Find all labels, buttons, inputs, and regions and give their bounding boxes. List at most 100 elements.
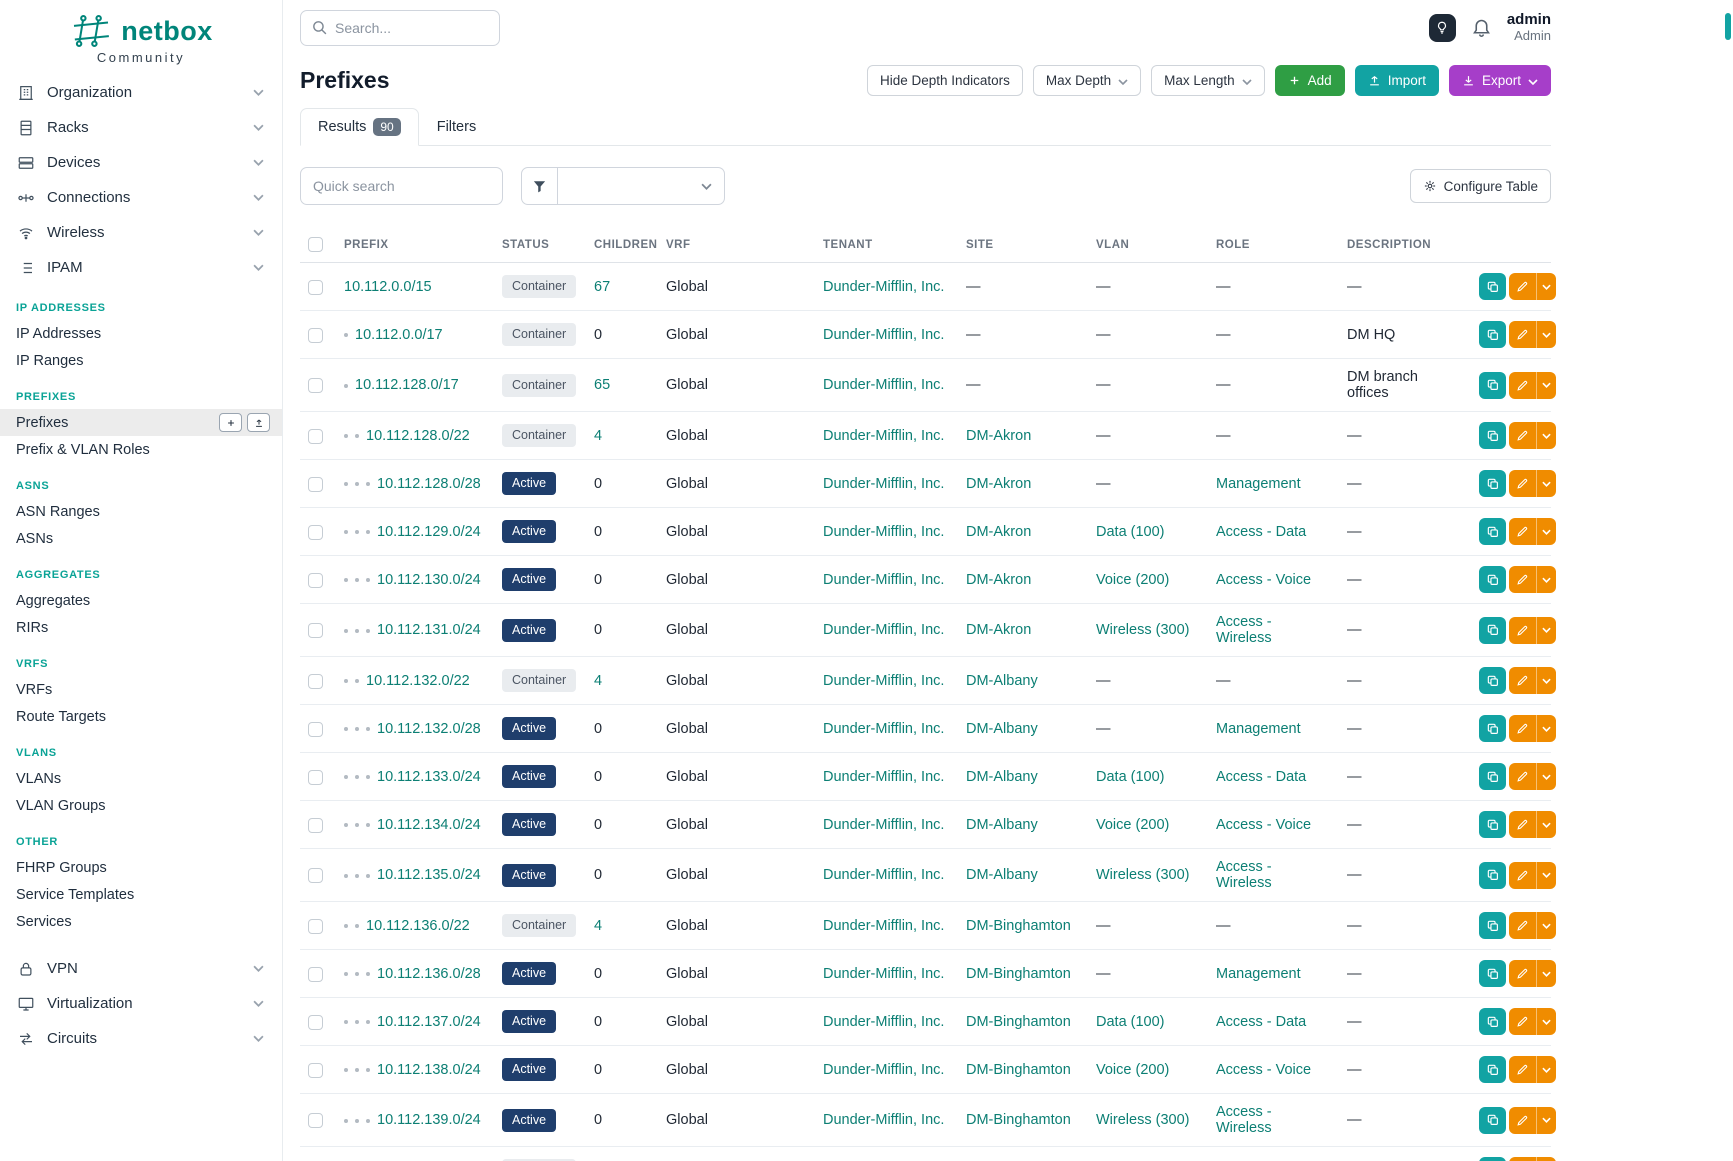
prefix-link[interactable]: 10.112.128.0/28	[377, 476, 481, 492]
prefix-link[interactable]: 10.112.134.0/24	[377, 817, 481, 833]
edit-button[interactable]	[1509, 566, 1536, 593]
sidebar-item-devices[interactable]: Devices	[0, 145, 282, 180]
prefix-link[interactable]: 10.112.133.0/24	[377, 769, 481, 785]
edit-dropdown-button[interactable]	[1536, 372, 1556, 399]
max-depth-dropdown[interactable]: Max Depth	[1033, 65, 1141, 96]
edit-button[interactable]	[1509, 1008, 1536, 1035]
prefix-link[interactable]: 10.112.128.0/17	[355, 377, 459, 393]
role-link[interactable]: Access - Data	[1216, 524, 1306, 540]
prefix-link[interactable]: 10.112.130.0/24	[377, 572, 481, 588]
saved-filter-select[interactable]	[558, 167, 725, 205]
edit-dropdown-button[interactable]	[1536, 321, 1556, 348]
role-link[interactable]: Access - Wireless	[1216, 1104, 1272, 1136]
sidebar-item-rirs[interactable]: RIRs	[0, 614, 282, 641]
copy-button[interactable]	[1479, 372, 1506, 399]
edit-dropdown-button[interactable]	[1536, 667, 1556, 694]
tenant-link[interactable]: Dunder-Mifflin, Inc.	[823, 918, 944, 934]
site-link[interactable]: DM-Binghamton	[966, 918, 1071, 934]
sidebar-item-prefixes[interactable]: Prefixes	[0, 409, 282, 436]
sidebar-item-aggregates[interactable]: Aggregates	[0, 587, 282, 614]
prefix-link[interactable]: 10.112.132.0/28	[377, 721, 481, 737]
site-link[interactable]: DM-Akron	[966, 476, 1031, 492]
sidebar-item-connections[interactable]: Connections	[0, 180, 282, 215]
copy-button[interactable]	[1479, 960, 1506, 987]
column-header-description[interactable]: DESCRIPTION	[1339, 227, 1471, 263]
site-link[interactable]: DM-Akron	[966, 428, 1031, 444]
copy-button[interactable]	[1479, 763, 1506, 790]
edit-button[interactable]	[1509, 321, 1536, 348]
role-link[interactable]: Management	[1216, 476, 1301, 492]
tab-filters[interactable]: Filters	[419, 109, 494, 145]
edit-dropdown-button[interactable]	[1536, 1107, 1556, 1134]
edit-dropdown-button[interactable]	[1536, 1056, 1556, 1083]
sidebar-item-vpn[interactable]: VPN	[0, 951, 282, 986]
role-link[interactable]: Access - Data	[1216, 769, 1306, 785]
column-header-prefix[interactable]: PREFIX	[336, 227, 494, 263]
site-link[interactable]: DM-Albany	[966, 769, 1038, 785]
user-menu[interactable]: admin Admin	[1507, 11, 1551, 43]
edit-button[interactable]	[1509, 667, 1536, 694]
global-search-input[interactable]	[300, 10, 500, 46]
hide-depth-indicators-button[interactable]: Hide Depth Indicators	[867, 65, 1023, 96]
prefix-link[interactable]: 10.112.139.0/24	[377, 1112, 481, 1128]
edit-button[interactable]	[1509, 372, 1536, 399]
edit-button[interactable]	[1509, 518, 1536, 545]
tenant-link[interactable]: Dunder-Mifflin, Inc.	[823, 524, 944, 540]
edit-button[interactable]	[1509, 1157, 1536, 1161]
sidebar-item-vlans[interactable]: VLANs	[0, 765, 282, 792]
tenant-link[interactable]: Dunder-Mifflin, Inc.	[823, 721, 944, 737]
role-link[interactable]: Access - Wireless	[1216, 859, 1272, 891]
sidebar-item-asns[interactable]: ASNs	[0, 525, 282, 552]
edit-button[interactable]	[1509, 715, 1536, 742]
tenant-link[interactable]: Dunder-Mifflin, Inc.	[823, 327, 944, 343]
children-link[interactable]: 4	[594, 918, 602, 934]
edit-button[interactable]	[1509, 763, 1536, 790]
prefix-link[interactable]: 10.112.136.0/28	[377, 966, 481, 982]
sidebar-item-racks[interactable]: Racks	[0, 110, 282, 145]
column-header-vrf[interactable]: VRF	[658, 227, 815, 263]
brand[interactable]: netbox Community	[0, 10, 282, 75]
row-checkbox[interactable]	[308, 280, 323, 295]
site-link[interactable]: DM-Binghamton	[966, 1112, 1071, 1128]
row-checkbox[interactable]	[308, 1113, 323, 1128]
row-checkbox[interactable]	[308, 967, 323, 982]
prefix-link[interactable]: 10.112.137.0/24	[377, 1014, 481, 1030]
vlan-link[interactable]: Voice (200)	[1096, 817, 1169, 833]
sidebar-item-wireless[interactable]: Wireless	[0, 215, 282, 250]
edit-dropdown-button[interactable]	[1536, 862, 1556, 889]
edit-button[interactable]	[1509, 273, 1536, 300]
row-checkbox[interactable]	[308, 378, 323, 393]
edit-dropdown-button[interactable]	[1536, 273, 1556, 300]
tenant-link[interactable]: Dunder-Mifflin, Inc.	[823, 673, 944, 689]
site-link[interactable]: DM-Akron	[966, 572, 1031, 588]
tenant-link[interactable]: Dunder-Mifflin, Inc.	[823, 1062, 944, 1078]
sidebar-item-organization[interactable]: Organization	[0, 75, 282, 110]
copy-button[interactable]	[1479, 1107, 1506, 1134]
edit-dropdown-button[interactable]	[1536, 763, 1556, 790]
edit-dropdown-button[interactable]	[1536, 617, 1556, 644]
edit-button[interactable]	[1509, 811, 1536, 838]
scrollbar-thumb[interactable]	[1725, 13, 1731, 40]
prefix-link[interactable]: 10.112.0.0/17	[355, 327, 443, 343]
copy-button[interactable]	[1479, 470, 1506, 497]
prefix-link[interactable]: 10.112.135.0/24	[377, 867, 481, 883]
edit-dropdown-button[interactable]	[1536, 1157, 1556, 1161]
edit-button[interactable]	[1509, 1056, 1536, 1083]
role-link[interactable]: Access - Voice	[1216, 817, 1311, 833]
edit-dropdown-button[interactable]	[1536, 566, 1556, 593]
add-button[interactable]: Add	[1275, 65, 1345, 96]
prefix-link[interactable]: 10.112.129.0/24	[377, 524, 481, 540]
copy-button[interactable]	[1479, 1008, 1506, 1035]
tenant-link[interactable]: Dunder-Mifflin, Inc.	[823, 572, 944, 588]
tenant-link[interactable]: Dunder-Mifflin, Inc.	[823, 867, 944, 883]
sidebar-item-ipam[interactable]: IPAM	[0, 250, 282, 285]
row-checkbox[interactable]	[308, 328, 323, 343]
copy-button[interactable]	[1479, 518, 1506, 545]
copy-button[interactable]	[1479, 667, 1506, 694]
quick-search-input[interactable]	[300, 167, 503, 205]
copy-button[interactable]	[1479, 321, 1506, 348]
tenant-link[interactable]: Dunder-Mifflin, Inc.	[823, 769, 944, 785]
column-header-site[interactable]: SITE	[958, 227, 1088, 263]
export-dropdown-button[interactable]: Export	[1449, 65, 1551, 96]
row-checkbox[interactable]	[308, 525, 323, 540]
